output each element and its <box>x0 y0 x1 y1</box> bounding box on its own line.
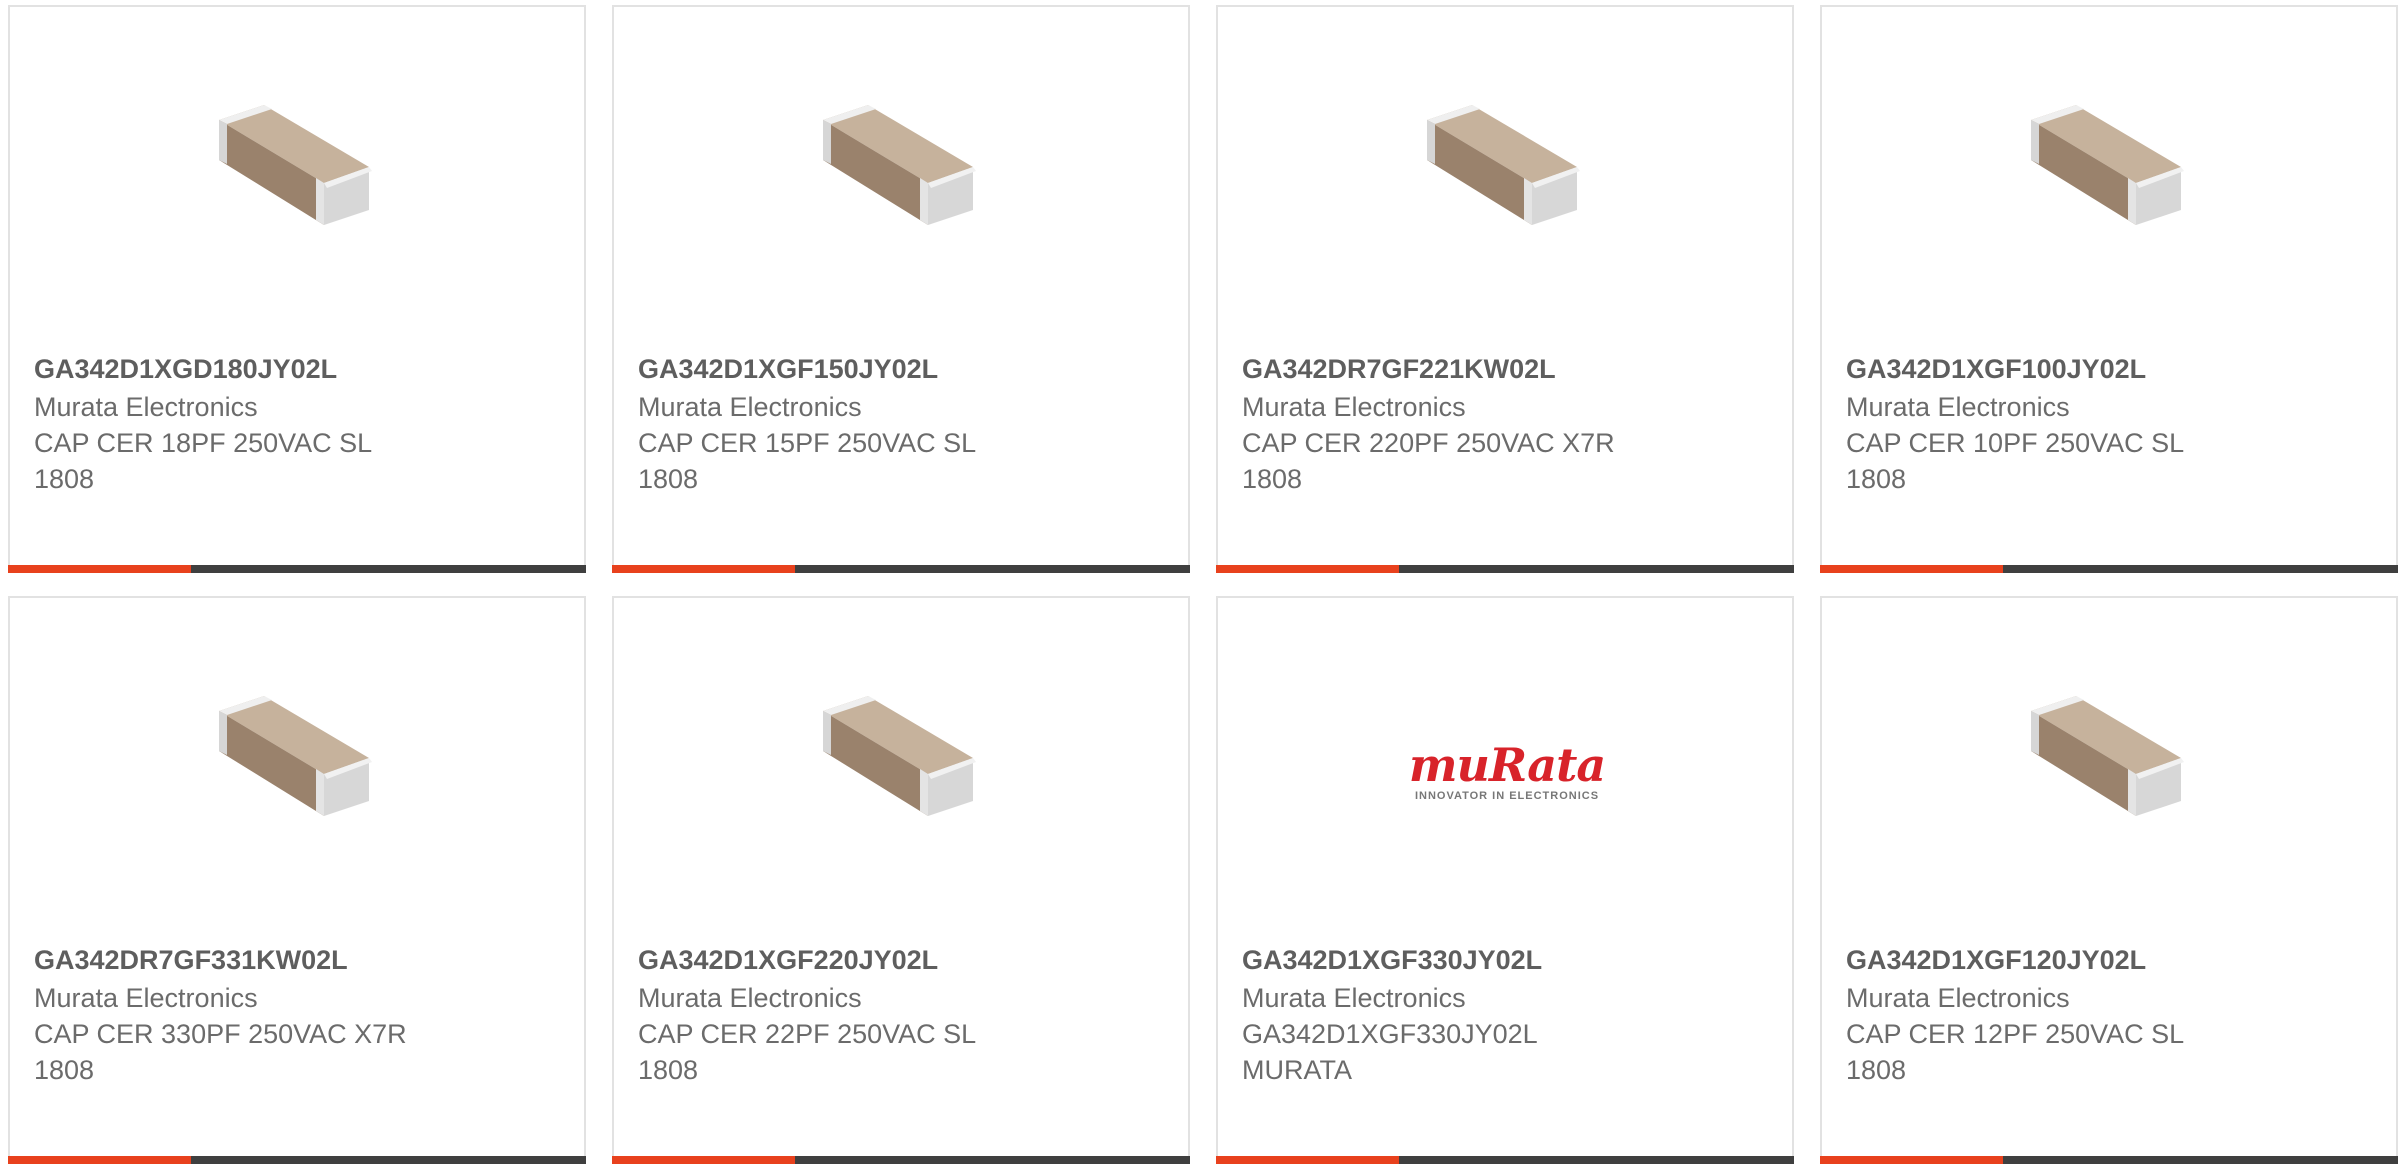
description-line: CAP CER 10PF 250VAC SL <box>1846 428 2185 458</box>
product-image[interactable] <box>798 75 1008 285</box>
part-number[interactable]: GA342D1XGF330JY02L <box>1242 942 1768 978</box>
card-accent-bar <box>612 565 795 573</box>
card-bottom-bar <box>8 565 586 573</box>
card-accent-bar <box>1820 1156 2003 1164</box>
card-bottom-bar <box>8 1156 586 1164</box>
logo-tagline: INNOVATOR IN ELECTRONICS <box>1414 790 1600 802</box>
capacitor-chip-icon <box>219 105 372 225</box>
part-number[interactable]: GA342D1XGF150JY02L <box>638 351 1164 387</box>
product-image[interactable] <box>1402 75 1612 285</box>
manufacturer: Murata Electronics <box>1242 983 1466 1013</box>
card-bottom-bar <box>612 1156 1190 1164</box>
product-card[interactable]: GA342D1XGF100JY02L Murata Electronics CA… <box>1820 5 2398 573</box>
description-line: 1808 <box>34 464 95 494</box>
product-card[interactable]: muRata INNOVATOR IN ELECTRONICS GA342D1X… <box>1216 596 1794 1164</box>
description-line: 1808 <box>1846 464 1907 494</box>
part-number[interactable]: GA342D1XGF100JY02L <box>1846 351 2372 387</box>
product-image[interactable] <box>194 75 404 285</box>
logo-wordmark: muRata <box>1408 738 1606 792</box>
product-card[interactable]: GA342DR7GF331KW02L Murata Electronics CA… <box>8 596 586 1164</box>
card-bottom-bar <box>1820 1156 2398 1164</box>
description-line: 1808 <box>1242 464 1303 494</box>
description-line: CAP CER 18PF 250VAC SL <box>34 428 373 458</box>
description-line: 1808 <box>638 1055 699 1085</box>
product-image[interactable] <box>2006 666 2216 876</box>
card-accent-bar <box>1216 1156 1399 1164</box>
manufacturer: Murata Electronics <box>638 983 862 1013</box>
part-number[interactable]: GA342DR7GF331KW02L <box>34 942 560 978</box>
description-line: 1808 <box>1846 1055 1907 1085</box>
description-line: MURATA <box>1242 1055 1352 1085</box>
product-card[interactable]: GA342D1XGF150JY02L Murata Electronics CA… <box>612 5 1190 573</box>
description-line: CAP CER 330PF 250VAC X7R <box>34 1019 407 1049</box>
capacitor-chip-icon <box>219 696 372 816</box>
capacitor-chip-icon <box>2031 696 2184 816</box>
product-image[interactable] <box>2006 75 2216 285</box>
part-number[interactable]: GA342DR7GF221KW02L <box>1242 351 1768 387</box>
murata-logo-icon: muRata INNOVATOR IN ELECTRONICS <box>1402 740 1612 802</box>
capacitor-chip-icon <box>823 696 976 816</box>
manufacturer: Murata Electronics <box>1242 392 1466 422</box>
product-card[interactable]: GA342D1XGF120JY02L Murata Electronics CA… <box>1820 596 2398 1164</box>
card-accent-bar <box>8 565 191 573</box>
card-accent-bar <box>1820 565 2003 573</box>
description-line: CAP CER 15PF 250VAC SL <box>638 428 977 458</box>
description-line: 1808 <box>638 464 699 494</box>
product-card[interactable]: GA342D1XGF220JY02L Murata Electronics CA… <box>612 596 1190 1164</box>
manufacturer: Murata Electronics <box>1846 983 2070 1013</box>
card-accent-bar <box>612 1156 795 1164</box>
product-grid: GA342D1XGD180JY02L Murata Electronics CA… <box>0 0 2400 1164</box>
part-number[interactable]: GA342D1XGF220JY02L <box>638 942 1164 978</box>
manufacturer: Murata Electronics <box>34 392 258 422</box>
description-line: CAP CER 220PF 250VAC X7R <box>1242 428 1615 458</box>
manufacturer: Murata Electronics <box>638 392 862 422</box>
product-card[interactable]: GA342D1XGD180JY02L Murata Electronics CA… <box>8 5 586 573</box>
part-number[interactable]: GA342D1XGF120JY02L <box>1846 942 2372 978</box>
capacitor-chip-icon <box>1427 105 1580 225</box>
product-image[interactable] <box>798 666 1008 876</box>
product-card[interactable]: GA342DR7GF221KW02L Murata Electronics CA… <box>1216 5 1794 573</box>
card-bottom-bar <box>1216 565 1794 573</box>
part-number[interactable]: GA342D1XGD180JY02L <box>34 351 560 387</box>
card-accent-bar <box>1216 565 1399 573</box>
product-image[interactable] <box>194 666 404 876</box>
manufacturer: Murata Electronics <box>34 983 258 1013</box>
description-line: CAP CER 12PF 250VAC SL <box>1846 1019 2185 1049</box>
manufacturer: Murata Electronics <box>1846 392 2070 422</box>
card-bottom-bar <box>612 565 1190 573</box>
description-line: GA342D1XGF330JY02L <box>1242 1019 1538 1049</box>
description-line: 1808 <box>34 1055 95 1085</box>
capacitor-chip-icon <box>823 105 976 225</box>
product-image[interactable]: muRata INNOVATOR IN ELECTRONICS <box>1402 666 1612 876</box>
card-accent-bar <box>8 1156 191 1164</box>
description-line: CAP CER 22PF 250VAC SL <box>638 1019 977 1049</box>
card-bottom-bar <box>1820 565 2398 573</box>
card-bottom-bar <box>1216 1156 1794 1164</box>
capacitor-chip-icon <box>2031 105 2184 225</box>
